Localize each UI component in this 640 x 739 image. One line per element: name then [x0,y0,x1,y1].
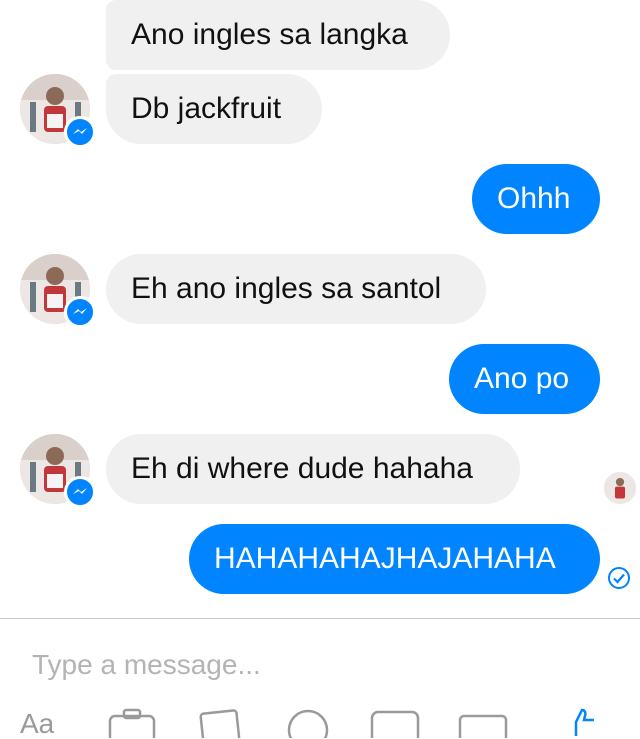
message-bubble-incoming[interactable]: Eh di where dude hahaha [106,434,520,504]
message-text: Ohhh [497,182,571,215]
message-text: Eh ano ingles sa santol [131,272,442,305]
aa-label: Aa [20,708,55,739]
composer-toolbar: Aa [0,700,640,738]
more-icon[interactable] [458,708,508,738]
camera-icon[interactable] [108,708,156,738]
contact-avatar[interactable] [20,254,96,328]
message-text: Db jackfruit [131,92,282,125]
messenger-badge-icon [64,476,96,508]
message-text: Eh di where dude hahaha [131,452,473,485]
message-text: Ano ingles sa langka [131,18,408,51]
message-text: HAHAHAHAJHAJAHAHA [214,542,556,575]
message-bubble-incoming[interactable]: Eh ano ingles sa santol [106,254,486,324]
message-bubble-incoming[interactable]: Ano ingles sa langka [106,0,450,70]
message-text: Ano po [474,362,570,395]
composer-divider [0,618,640,619]
photo-icon[interactable] [198,708,242,738]
message-bubble-outgoing[interactable]: Ohhh [472,164,600,234]
message-input[interactable] [30,642,614,688]
contact-avatar[interactable] [20,74,96,148]
message-bubble-outgoing[interactable]: HAHAHAHAJHAJAHAHA [189,524,600,594]
delivered-check-icon [607,566,631,590]
messenger-badge-icon [64,296,96,328]
emoji-icon[interactable] [286,708,330,738]
message-bubble-incoming[interactable]: Db jackfruit [106,74,322,144]
gif-icon[interactable] [370,708,420,738]
text-size-icon[interactable]: Aa [20,710,54,738]
message-bubble-outgoing[interactable]: Ano po [449,344,600,414]
seen-by-avatar [604,472,636,504]
messenger-badge-icon [64,116,96,148]
contact-avatar[interactable] [20,434,96,508]
like-icon[interactable] [566,706,600,736]
